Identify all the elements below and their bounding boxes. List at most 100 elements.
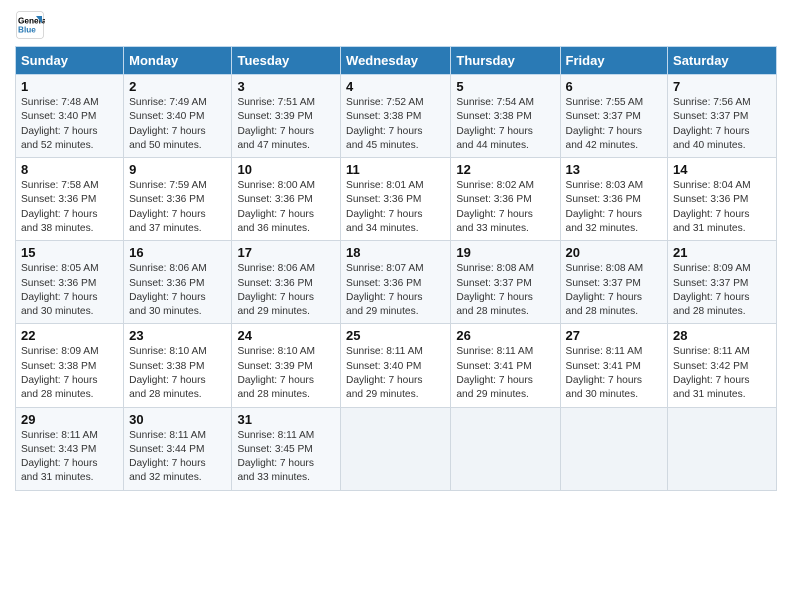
day-number: 2	[129, 79, 226, 94]
calendar-cell: 10Sunrise: 8:00 AMSunset: 3:36 PMDayligh…	[232, 158, 341, 241]
calendar-cell: 1 Sunrise: 7:48 AMSunset: 3:40 PMDaylight…	[16, 75, 124, 158]
calendar-cell: 11Sunrise: 8:01 AMSunset: 3:36 PMDayligh…	[341, 158, 451, 241]
calendar-cell: 21Sunrise: 8:09 AMSunset: 3:37 PMDayligh…	[668, 241, 777, 324]
calendar-cell: 18Sunrise: 8:07 AMSunset: 3:36 PMDayligh…	[341, 241, 451, 324]
day-number: 14	[673, 162, 771, 177]
calendar-cell: 8 Sunrise: 7:58 AMSunset: 3:36 PMDaylight…	[16, 158, 124, 241]
day-number: 1	[21, 79, 118, 94]
calendar-header: SundayMondayTuesdayWednesdayThursdayFrid…	[16, 47, 777, 75]
day-content: Sunrise: 7:49 AMSunset: 3:40 PMDaylight:…	[129, 96, 226, 153]
day-content: Sunrise: 7:56 AMSunset: 3:37 PMDaylight:…	[673, 96, 771, 153]
day-number: 5	[456, 79, 554, 94]
calendar-cell: 2 Sunrise: 7:49 AMSunset: 3:40 PMDaylight…	[124, 75, 232, 158]
calendar-cell: 31 Sunrise: 8:11 AMSunset: 3:45 PMDayligh…	[232, 407, 341, 490]
calendar-cell	[560, 407, 668, 490]
calendar-cell: 22 Sunrise: 8:09 AMSunset: 3:38 PMDayligh…	[16, 324, 124, 407]
calendar-cell: 30 Sunrise: 8:11 AMSunset: 3:44 PMDayligh…	[124, 407, 232, 490]
calendar-weekday-monday: Monday	[124, 47, 232, 75]
page: General Blue SundayMondayTuesdayWednesda…	[0, 0, 792, 612]
calendar-cell: 7 Sunrise: 7:56 AMSunset: 3:37 PMDaylight…	[668, 75, 777, 158]
day-content: Sunrise: 8:09 AMSunset: 3:38 PMDaylight:…	[21, 345, 118, 402]
day-number: 10	[237, 162, 335, 177]
day-content: Sunrise: 8:08 AMSunset: 3:37 PMDaylight:…	[456, 262, 554, 319]
day-number: 26	[456, 328, 554, 343]
day-number: 3	[237, 79, 335, 94]
day-content: Sunrise: 8:11 AMSunset: 3:42 PMDaylight:…	[673, 345, 771, 402]
day-content: Sunrise: 7:59 AMSunset: 3:36 PMDaylight:…	[129, 179, 226, 236]
day-number: 17	[237, 245, 335, 260]
calendar-cell: 29Sunrise: 8:11 AMSunset: 3:43 PMDayligh…	[16, 407, 124, 490]
day-content: Sunrise: 8:08 AMSunset: 3:37 PMDaylight:…	[566, 262, 663, 319]
day-number: 15	[21, 245, 118, 260]
day-content: Sunrise: 8:11 AMSunset: 3:40 PMDaylight:…	[346, 345, 445, 402]
day-content: Sunrise: 8:05 AMSunset: 3:36 PMDaylight:…	[21, 262, 118, 319]
day-content: Sunrise: 7:52 AMSunset: 3:38 PMDaylight:…	[346, 96, 445, 153]
calendar-weekday-saturday: Saturday	[668, 47, 777, 75]
day-content: Sunrise: 8:10 AMSunset: 3:39 PMDaylight:…	[237, 345, 335, 402]
day-number: 11	[346, 162, 445, 177]
calendar-cell: 12 Sunrise: 8:02 AMSunset: 3:36 PMDayligh…	[451, 158, 560, 241]
calendar-cell: 24 Sunrise: 8:10 AMSunset: 3:39 PMDayligh…	[232, 324, 341, 407]
calendar-cell: 28Sunrise: 8:11 AMSunset: 3:42 PMDayligh…	[668, 324, 777, 407]
calendar-cell: 14 Sunrise: 8:04 AMSunset: 3:36 PMDayligh…	[668, 158, 777, 241]
day-number: 13	[566, 162, 663, 177]
day-content: Sunrise: 7:51 AMSunset: 3:39 PMDaylight:…	[237, 96, 335, 153]
day-content: Sunrise: 7:55 AMSunset: 3:37 PMDaylight:…	[566, 96, 663, 153]
day-content: Sunrise: 8:06 AMSunset: 3:36 PMDaylight:…	[129, 262, 226, 319]
day-content: Sunrise: 8:11 AMSunset: 3:41 PMDaylight:…	[566, 345, 663, 402]
calendar-cell	[668, 407, 777, 490]
calendar-weekday-sunday: Sunday	[16, 47, 124, 75]
day-number: 16	[129, 245, 226, 260]
day-number: 24	[237, 328, 335, 343]
calendar-cell: 26Sunrise: 8:11 AMSunset: 3:41 PMDayligh…	[451, 324, 560, 407]
day-number: 27	[566, 328, 663, 343]
calendar: SundayMondayTuesdayWednesdayThursdayFrid…	[15, 46, 777, 491]
calendar-week-row: 15 Sunrise: 8:05 AMSunset: 3:36 PMDayligh…	[16, 241, 777, 324]
day-number: 30	[129, 412, 226, 427]
calendar-header-row: SundayMondayTuesdayWednesdayThursdayFrid…	[16, 47, 777, 75]
day-number: 20	[566, 245, 663, 260]
calendar-cell: 9 Sunrise: 7:59 AMSunset: 3:36 PMDaylight…	[124, 158, 232, 241]
day-content: Sunrise: 7:48 AMSunset: 3:40 PMDaylight:…	[21, 96, 118, 153]
day-number: 21	[673, 245, 771, 260]
day-number: 7	[673, 79, 771, 94]
day-content: Sunrise: 8:10 AMSunset: 3:38 PMDaylight:…	[129, 345, 226, 402]
header: General Blue	[15, 10, 777, 40]
calendar-week-row: 8 Sunrise: 7:58 AMSunset: 3:36 PMDaylight…	[16, 158, 777, 241]
logo-icon: General Blue	[15, 10, 45, 40]
calendar-cell: 25 Sunrise: 8:11 AMSunset: 3:40 PMDayligh…	[341, 324, 451, 407]
calendar-body: 1 Sunrise: 7:48 AMSunset: 3:40 PMDaylight…	[16, 75, 777, 491]
day-number: 18	[346, 245, 445, 260]
day-content: Sunrise: 7:54 AMSunset: 3:38 PMDaylight:…	[456, 96, 554, 153]
calendar-cell: 3 Sunrise: 7:51 AMSunset: 3:39 PMDaylight…	[232, 75, 341, 158]
day-number: 9	[129, 162, 226, 177]
calendar-week-row: 1 Sunrise: 7:48 AMSunset: 3:40 PMDaylight…	[16, 75, 777, 158]
day-content: Sunrise: 8:11 AMSunset: 3:43 PMDaylight:…	[21, 429, 118, 486]
day-number: 12	[456, 162, 554, 177]
day-content: Sunrise: 8:06 AMSunset: 3:36 PMDaylight:…	[237, 262, 335, 319]
day-number: 8	[21, 162, 118, 177]
day-content: Sunrise: 8:03 AMSunset: 3:36 PMDaylight:…	[566, 179, 663, 236]
calendar-cell: 19Sunrise: 8:08 AMSunset: 3:37 PMDayligh…	[451, 241, 560, 324]
calendar-cell: 6Sunrise: 7:55 AMSunset: 3:37 PMDaylight…	[560, 75, 668, 158]
day-content: Sunrise: 8:11 AMSunset: 3:44 PMDaylight:…	[129, 429, 226, 486]
svg-text:Blue: Blue	[18, 26, 36, 35]
day-content: Sunrise: 8:02 AMSunset: 3:36 PMDaylight:…	[456, 179, 554, 236]
calendar-cell: 20 Sunrise: 8:08 AMSunset: 3:37 PMDayligh…	[560, 241, 668, 324]
calendar-cell	[451, 407, 560, 490]
calendar-cell: 15 Sunrise: 8:05 AMSunset: 3:36 PMDayligh…	[16, 241, 124, 324]
day-content: Sunrise: 8:11 AMSunset: 3:45 PMDaylight:…	[237, 429, 335, 486]
calendar-cell: 17 Sunrise: 8:06 AMSunset: 3:36 PMDayligh…	[232, 241, 341, 324]
day-number: 25	[346, 328, 445, 343]
day-number: 22	[21, 328, 118, 343]
calendar-cell	[341, 407, 451, 490]
calendar-cell: 5 Sunrise: 7:54 AMSunset: 3:38 PMDaylight…	[451, 75, 560, 158]
day-number: 31	[237, 412, 335, 427]
day-number: 4	[346, 79, 445, 94]
day-content: Sunrise: 8:04 AMSunset: 3:36 PMDaylight:…	[673, 179, 771, 236]
calendar-weekday-thursday: Thursday	[451, 47, 560, 75]
day-content: Sunrise: 7:58 AMSunset: 3:36 PMDaylight:…	[21, 179, 118, 236]
calendar-weekday-tuesday: Tuesday	[232, 47, 341, 75]
calendar-week-row: 22 Sunrise: 8:09 AMSunset: 3:38 PMDayligh…	[16, 324, 777, 407]
calendar-cell: 16 Sunrise: 8:06 AMSunset: 3:36 PMDayligh…	[124, 241, 232, 324]
